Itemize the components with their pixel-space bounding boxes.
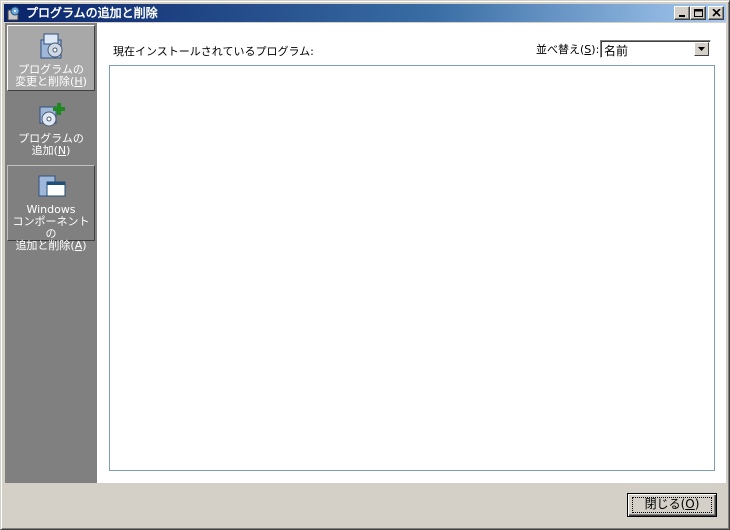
- sort-label: 並べ替え(S):: [536, 43, 600, 56]
- add-programs-icon: [35, 99, 67, 131]
- maximize-icon: [694, 9, 703, 17]
- change-remove-programs-icon: [35, 30, 67, 62]
- maximize-button[interactable]: [690, 6, 706, 20]
- chevron-down-icon: [698, 47, 705, 51]
- minimize-button[interactable]: [674, 6, 690, 20]
- sidebar-item-label-line2: 変更と削除(H): [15, 75, 87, 88]
- minimize-icon: [679, 15, 685, 17]
- close-button[interactable]: 閉じる(O): [627, 493, 717, 517]
- app-icon: [6, 5, 22, 21]
- footer: 閉じる(O): [5, 483, 726, 527]
- sidebar-item-windows-components[interactable]: Windows コンポーネントの 追加と削除(A): [7, 165, 95, 252]
- sidebar-item-change-remove[interactable]: プログラムの 変更と削除(H): [7, 25, 95, 91]
- focus-rect: [632, 497, 712, 513]
- sidebar-item-add[interactable]: プログラムの 追加(N): [7, 95, 95, 161]
- main-panel: 現在インストールされているプログラム: 並べ替え(S): 名前: [97, 23, 726, 483]
- sidebar: プログラムの 変更と削除(H) プログラムの 追加(N) Windows コンポ…: [5, 23, 97, 483]
- close-window-button[interactable]: [708, 6, 724, 20]
- sidebar-item-label-line2: 追加(N): [31, 144, 71, 157]
- installed-programs-label: 現在インストールされているプログラム:: [113, 45, 314, 58]
- sort-dropdown-button[interactable]: [694, 42, 709, 56]
- sidebar-item-label-line2: コンポーネントの: [12, 215, 90, 240]
- windows-components-icon: [35, 170, 67, 202]
- add-remove-programs-window: プログラムの追加と削除 プログラムの 変更と削除(H) プログラムの 追加(N)…: [0, 0, 730, 530]
- window-title: プログラムの追加と削除: [26, 6, 158, 20]
- sort-select[interactable]: 名前: [600, 40, 711, 58]
- close-icon: [712, 9, 721, 17]
- sidebar-item-label-line3: 追加と削除(A): [15, 239, 87, 252]
- installed-programs-list[interactable]: [109, 65, 715, 471]
- sort-selected-value: 名前: [604, 44, 629, 58]
- title-bar[interactable]: プログラムの追加と削除: [4, 4, 726, 22]
